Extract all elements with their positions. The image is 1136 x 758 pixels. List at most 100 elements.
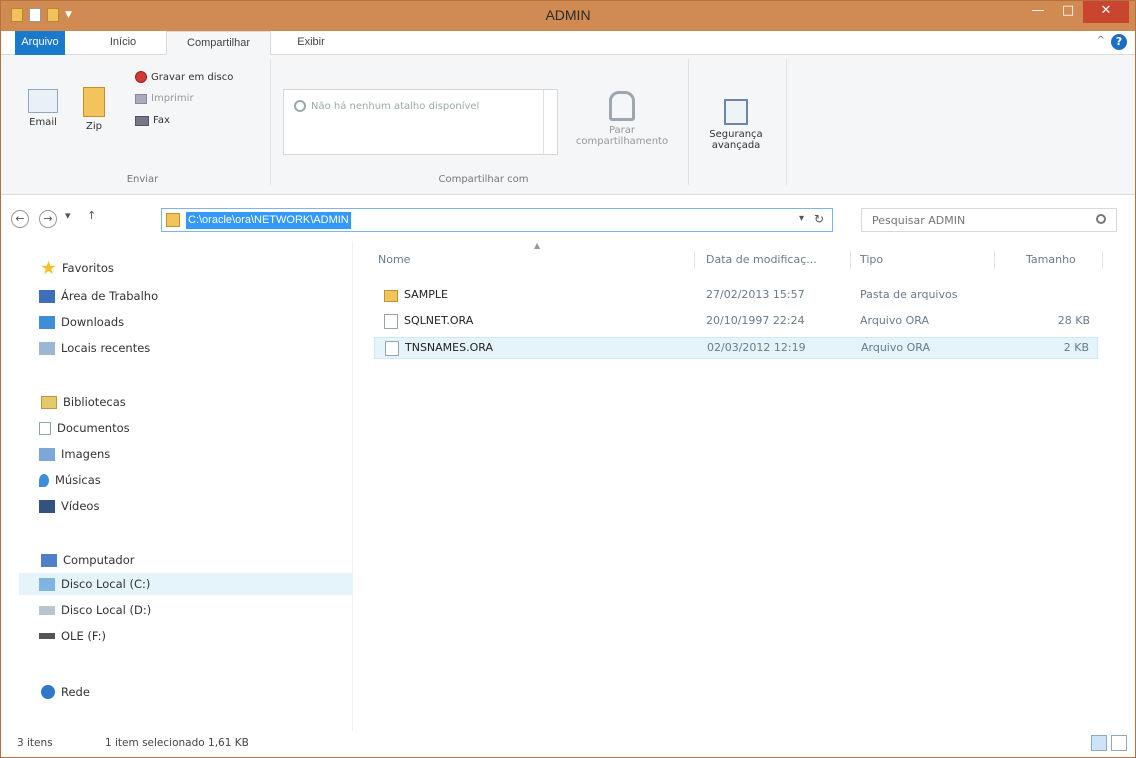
file-icon (385, 341, 399, 356)
file-date: 20/10/1997 22:24 (706, 314, 805, 327)
file-row-sample[interactable]: SAMPLE 27/02/2013 15:57 Pasta de arquivo… (374, 285, 1098, 307)
nav-imagens[interactable]: Imagens (39, 443, 110, 465)
column-header-tipo[interactable]: Tipo (860, 253, 883, 266)
group-label-compartilhar: Compartilhar com (438, 174, 529, 185)
close-button[interactable]: ✕ (1083, 1, 1129, 23)
parar-compartilhamento-button[interactable]: Parar compartilhamento (567, 91, 677, 147)
videos-icon (39, 499, 55, 513)
nav-downloads[interactable]: Downloads (39, 311, 124, 333)
nav-area-trabalho[interactable]: Área de Trabalho (39, 285, 158, 307)
libraries-icon (41, 395, 57, 409)
pictures-icon (39, 447, 55, 461)
column-separator[interactable] (694, 251, 695, 269)
tab-exibir[interactable]: Exibir (286, 31, 336, 55)
file-list: ▲ Nome Data de modificaç... Tipo Tamanho… (354, 241, 1135, 731)
minimize-button[interactable]: — (1023, 1, 1053, 23)
nav-musicas[interactable]: Músicas (39, 469, 101, 491)
nav-computador[interactable]: Computador (41, 549, 134, 571)
nav-label: Favoritos (62, 261, 114, 275)
share-list-scrollbar[interactable] (543, 90, 557, 154)
column-header-tamanho[interactable]: Tamanho (1026, 253, 1076, 266)
tab-compartilhar[interactable]: Compartilhar (166, 31, 271, 55)
no-share-item: Não há nenhum atalho disponível (294, 100, 479, 112)
column-header-data[interactable]: Data de modificaç... (706, 253, 817, 266)
desktop-icon (39, 289, 55, 303)
security-icon (724, 99, 748, 125)
seguranca-avancada-button[interactable]: Segurança avançada (701, 99, 771, 151)
search-input[interactable] (862, 209, 1082, 231)
lock-icon (609, 91, 635, 121)
music-icon (39, 473, 49, 487)
email-button[interactable]: Email (23, 89, 63, 128)
share-list[interactable]: Não há nenhum atalho disponível (283, 89, 558, 155)
nav-documentos[interactable]: Documentos (39, 417, 130, 439)
nav-disco-local-c[interactable]: Disco Local (C:) (19, 573, 353, 595)
large-icons-view-icon[interactable] (1111, 735, 1127, 751)
nav-bibliotecas[interactable]: Bibliotecas (41, 391, 126, 413)
address-dropdown-icon[interactable]: ▾ (799, 213, 804, 224)
forward-button[interactable]: → (39, 210, 57, 228)
nav-label: Área de Trabalho (61, 289, 159, 303)
window-controls: — □ ✕ (1023, 1, 1129, 23)
imprimir-button[interactable]: Imprimir (135, 93, 194, 104)
explorer-window: ▼ ADMIN — □ ✕ Arquivo Início Compartilha… (0, 0, 1136, 758)
nav-label: Documentos (57, 421, 130, 435)
search-box[interactable] (861, 208, 1117, 232)
tab-arquivo[interactable]: Arquivo (15, 31, 65, 55)
fax-button[interactable]: Fax (135, 115, 170, 126)
nav-videos[interactable]: Vídeos (39, 495, 99, 517)
selection-info: 1 item selecionado 1,61 KB (105, 737, 249, 749)
address-bar[interactable]: C:\oracle\ora\NETWORK\ADMIN ▾ ↻ (161, 208, 833, 232)
documents-icon (39, 421, 51, 435)
gravar-disco-button[interactable]: Gravar em disco (135, 71, 233, 83)
folder-icon (384, 290, 398, 302)
nav-locais-recentes[interactable]: Locais recentes (39, 337, 150, 359)
search-icon[interactable] (1096, 214, 1106, 224)
no-share-label: Não há nenhum atalho disponível (311, 100, 480, 112)
file-size: 2 KB (1063, 341, 1089, 354)
file-size: 28 KB (1057, 314, 1090, 327)
group-enviar: Email Zip Gravar em disco Imprimir Fax E… (15, 59, 271, 185)
column-header-nome[interactable]: Nome (378, 253, 410, 266)
recent-locations-icon[interactable]: ▾ (65, 209, 71, 222)
file-type: Arquivo ORA (861, 341, 930, 354)
fax-label: Fax (153, 115, 170, 126)
nav-label: Downloads (61, 315, 125, 329)
maximize-button[interactable]: □ (1053, 1, 1083, 23)
nav-label: Computador (63, 553, 135, 567)
nav-disco-local-d[interactable]: Disco Local (D:) (39, 599, 151, 621)
file-name: TNSNAMES.ORA (405, 341, 493, 354)
help-icon[interactable]: ? (1111, 34, 1127, 50)
drive-icon (39, 605, 55, 615)
nav-favoritos[interactable]: Favoritos (41, 257, 114, 279)
file-row-tnsnames[interactable]: TNSNAMES.ORA 02/03/2012 12:19 Arquivo OR… (374, 337, 1098, 359)
tab-inicio[interactable]: Início (93, 31, 153, 55)
file-name: SQLNET.ORA (404, 314, 474, 327)
address-path[interactable]: C:\oracle\ora\NETWORK\ADMIN (186, 212, 351, 229)
status-bar: 3 itens 1 item selecionado 1,61 KB (1, 731, 1135, 757)
zip-icon (83, 87, 105, 117)
downloads-icon (39, 315, 55, 329)
recent-places-icon (39, 341, 55, 355)
nav-label: Rede (61, 685, 90, 699)
folder-icon (166, 213, 180, 227)
no-entry-icon (294, 100, 306, 112)
refresh-icon[interactable]: ↻ (814, 212, 824, 226)
column-separator[interactable] (994, 251, 995, 269)
minimize-ribbon-icon[interactable]: ^ (1097, 35, 1105, 46)
item-count: 3 itens (17, 737, 53, 749)
file-row-sqlnet[interactable]: SQLNET.ORA 20/10/1997 22:24 Arquivo ORA … (374, 311, 1098, 333)
details-view-icon[interactable] (1091, 735, 1107, 751)
back-button[interactable]: ← (11, 210, 29, 228)
column-separator[interactable] (1102, 251, 1103, 269)
nav-ole-f[interactable]: OLE (F:) (39, 625, 106, 647)
nav-label: Vídeos (61, 499, 100, 513)
nav-rede[interactable]: Rede (41, 681, 90, 703)
navigation-bar: ← → ▾ ↑ C:\oracle\ora\NETWORK\ADMIN ▾ ↻ (1, 197, 1135, 237)
nav-label: Disco Local (C:) (61, 577, 151, 591)
zip-button[interactable]: Zip (77, 87, 111, 132)
column-separator[interactable] (850, 251, 851, 269)
file-name: SAMPLE (404, 288, 448, 301)
up-button[interactable]: ↑ (87, 209, 96, 222)
nav-label: Disco Local (D:) (61, 603, 152, 617)
